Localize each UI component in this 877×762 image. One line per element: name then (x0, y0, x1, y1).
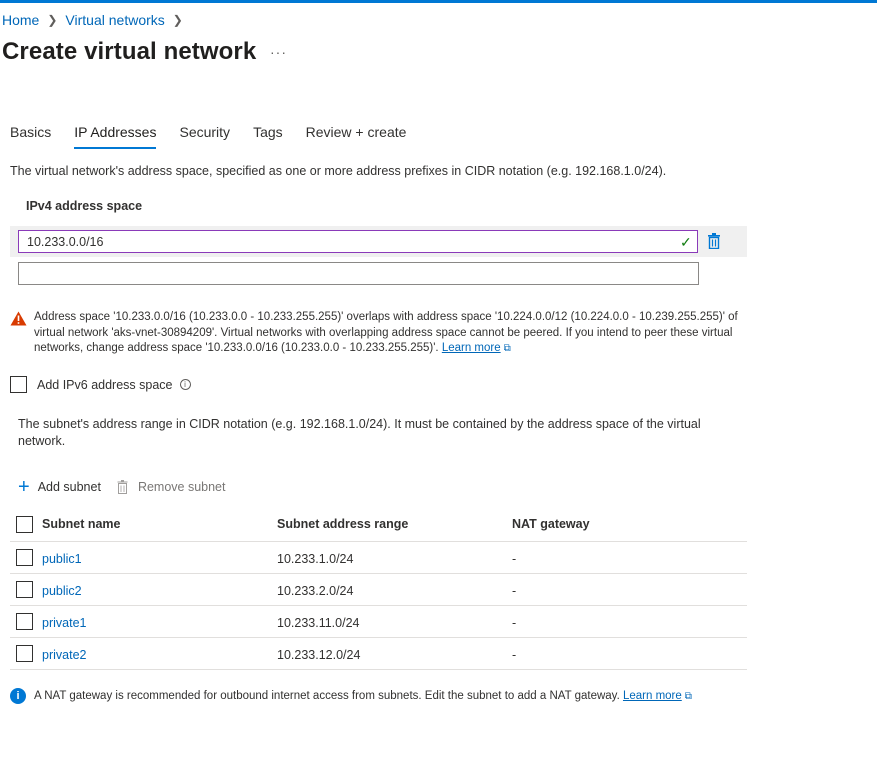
tab-basics[interactable]: Basics (10, 124, 51, 149)
check-icon: ✓ (680, 234, 692, 250)
column-header-subnet-name: Subnet name (42, 517, 121, 531)
nat-learn-more-link[interactable]: Learn more (623, 690, 682, 702)
info-icon: i (10, 688, 26, 704)
subnet-nat: - (512, 552, 517, 566)
tab-bar: Basics IP Addresses Security Tags Review… (10, 124, 429, 149)
breadcrumb: Home ❯ Virtual networks ❯ (2, 12, 191, 28)
ipv4-address-row: ✓ (10, 226, 747, 257)
subnet-table: Subnet name Subnet address range NAT gat… (10, 509, 747, 670)
nat-note-text: A NAT gateway is recommended for outboun… (34, 690, 620, 702)
warning-icon (10, 311, 27, 326)
warning-text: Address space '10.233.0.0/16 (10.233.0.0… (34, 311, 738, 354)
page-title: Create virtual network (2, 38, 257, 65)
ipv4-address-input[interactable] (18, 230, 698, 253)
remove-subnet-button[interactable]: Remove subnet (138, 480, 226, 494)
subnet-nat: - (512, 616, 517, 630)
subnet-description: The subnet's address range in CIDR notat… (18, 417, 701, 448)
row-checkbox[interactable] (16, 581, 33, 598)
row-checkbox[interactable] (16, 613, 33, 630)
subnet-range: 10.233.12.0/24 (277, 648, 361, 662)
breadcrumb-home[interactable]: Home (2, 12, 39, 28)
subnet-name-link[interactable]: private2 (42, 648, 86, 662)
chevron-right-icon: ❯ (47, 13, 58, 27)
subnet-name-link[interactable]: public2 (42, 584, 82, 598)
add-subnet-button[interactable]: Add subnet (38, 480, 101, 494)
breadcrumb-virtual-networks[interactable]: Virtual networks (65, 12, 164, 28)
table-header: Subnet name Subnet address range NAT gat… (10, 509, 747, 542)
trash-icon (117, 480, 128, 494)
external-link-icon: ⧉ (503, 343, 511, 354)
ipv6-label: Add IPv6 address space (37, 377, 173, 392)
row-checkbox[interactable] (16, 549, 33, 566)
table-row: public1 10.233.1.0/24 - (10, 542, 747, 574)
subnet-range: 10.233.11.0/24 (277, 616, 360, 630)
subnet-name-link[interactable]: private1 (42, 616, 86, 630)
plus-icon: + (18, 476, 30, 498)
address-space-description: The virtual network's address space, spe… (10, 164, 667, 178)
ipv4-address-empty-input[interactable] (18, 262, 699, 285)
external-link-icon: ⧉ (684, 690, 692, 702)
nat-gateway-note: i A NAT gateway is recommended for outbo… (10, 688, 692, 704)
subnet-toolbar: + Add subnet Remove subnet (18, 476, 226, 498)
tab-ip-addresses[interactable]: IP Addresses (74, 124, 157, 149)
table-row: private2 10.233.12.0/24 - (10, 638, 747, 670)
more-options-button[interactable]: ··· (270, 44, 287, 60)
row-checkbox[interactable] (16, 645, 33, 662)
tab-review-create[interactable]: Review + create (306, 124, 407, 149)
chevron-right-icon: ❯ (172, 13, 183, 27)
subnet-range: 10.233.1.0/24 (277, 552, 354, 566)
top-accent-bar (0, 0, 877, 3)
ipv6-checkbox[interactable] (10, 376, 27, 393)
column-header-address-range: Subnet address range (277, 517, 409, 531)
warning-learn-more-link[interactable]: Learn more (442, 342, 501, 354)
subnet-name-link[interactable]: public1 (42, 552, 82, 566)
select-all-checkbox[interactable] (16, 516, 33, 533)
ipv6-option: Add IPv6 address space i (10, 376, 191, 393)
tab-security[interactable]: Security (179, 124, 230, 149)
info-icon[interactable]: i (179, 379, 191, 390)
subnet-nat: - (512, 648, 517, 662)
table-row: public2 10.233.2.0/24 - (10, 574, 747, 606)
tab-tags[interactable]: Tags (253, 124, 283, 149)
subnet-nat: - (512, 584, 517, 598)
column-header-nat-gateway: NAT gateway (512, 517, 590, 531)
subnet-range: 10.233.2.0/24 (277, 584, 354, 598)
ipv4-section-label: IPv4 address space (26, 199, 143, 213)
trash-icon[interactable] (707, 233, 721, 249)
table-row: private1 10.233.11.0/24 - (10, 606, 747, 638)
